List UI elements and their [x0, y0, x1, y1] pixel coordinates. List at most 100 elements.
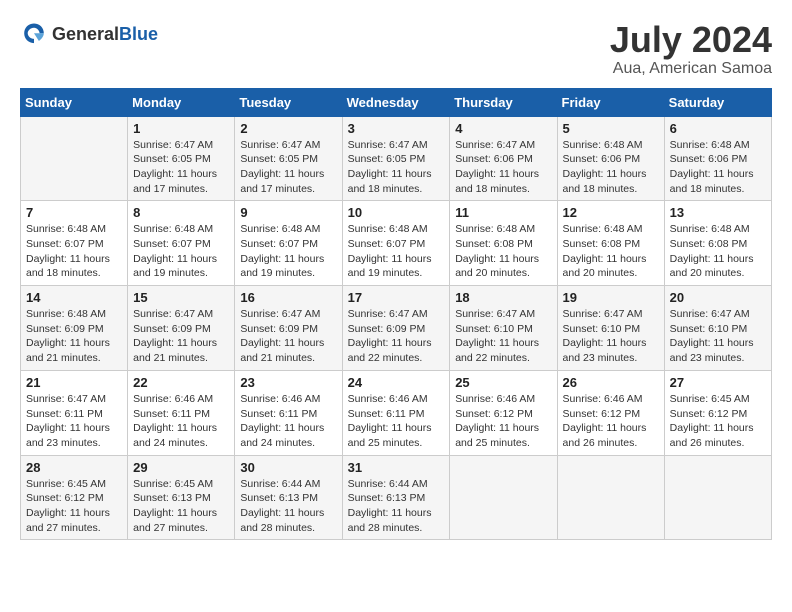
day-number: 4 [455, 121, 551, 136]
cell-info: Sunrise: 6:47 AMSunset: 6:11 PMDaylight:… [26, 392, 122, 451]
calendar-week-1: 1Sunrise: 6:47 AMSunset: 6:05 PMDaylight… [21, 116, 772, 201]
calendar-cell: 13Sunrise: 6:48 AMSunset: 6:08 PMDayligh… [664, 201, 771, 286]
title-block: July 2024 Aua, American Samoa [610, 20, 772, 78]
cell-info: Sunrise: 6:46 AMSunset: 6:12 PMDaylight:… [563, 392, 659, 451]
day-number: 9 [240, 205, 336, 220]
day-number: 15 [133, 290, 229, 305]
cell-info: Sunrise: 6:44 AMSunset: 6:13 PMDaylight:… [348, 477, 445, 536]
day-number: 7 [26, 205, 122, 220]
cell-info: Sunrise: 6:48 AMSunset: 6:08 PMDaylight:… [455, 222, 551, 281]
cell-info: Sunrise: 6:48 AMSunset: 6:07 PMDaylight:… [133, 222, 229, 281]
logo: GeneralBlue [20, 20, 158, 48]
day-number: 31 [348, 460, 445, 475]
cell-info: Sunrise: 6:47 AMSunset: 6:09 PMDaylight:… [133, 307, 229, 366]
calendar-cell: 29Sunrise: 6:45 AMSunset: 6:13 PMDayligh… [128, 455, 235, 540]
calendar-week-5: 28 Sunrise: 6:45 AMSunset: 6:12 PMDayligh… [21, 455, 772, 540]
cell-info: Sunrise: 6:47 AMSunset: 6:05 PMDaylight:… [348, 138, 445, 197]
cell-info: Sunrise: 6:47 AMSunset: 6:09 PMDaylight:… [240, 307, 336, 366]
cell-info: Sunrise: 6:47 AMSunset: 6:09 PMDaylight:… [348, 307, 445, 366]
day-number: 14 [26, 290, 122, 305]
day-number: 27 [670, 375, 766, 390]
calendar-cell: 5Sunrise: 6:48 AMSunset: 6:06 PMDaylight… [557, 116, 664, 201]
calendar-dow-wednesday: Wednesday [342, 88, 450, 116]
location-title: Aua, American Samoa [610, 60, 772, 78]
calendar-cell: 22 Sunrise: 6:46 AMSunset: 6:11 PMDayligh… [128, 370, 235, 455]
cell-info: Sunrise: 6:46 AMSunset: 6:11 PMDaylight:… [348, 392, 445, 451]
day-number: 12 [563, 205, 659, 220]
day-number: 11 [455, 205, 551, 220]
cell-info: Sunrise: 6:47 AMSunset: 6:10 PMDaylight:… [563, 307, 659, 366]
calendar-cell: 4 Sunrise: 6:47 AMSunset: 6:06 PMDaylight… [450, 116, 557, 201]
calendar-cell: 21 Sunrise: 6:47 AMSunset: 6:11 PMDayligh… [21, 370, 128, 455]
calendar-cell: 2 Sunrise: 6:47 AMSunset: 6:05 PMDaylight… [235, 116, 342, 201]
calendar-dow-thursday: Thursday [450, 88, 557, 116]
day-number: 23 [240, 375, 336, 390]
calendar-header-row: SundayMondayTuesdayWednesdayThursdayFrid… [21, 88, 772, 116]
calendar-cell: 19 Sunrise: 6:47 AMSunset: 6:10 PMDayligh… [557, 286, 664, 371]
day-number: 24 [348, 375, 445, 390]
day-number: 2 [240, 121, 336, 136]
day-number: 30 [240, 460, 336, 475]
cell-info: Sunrise: 6:48 AMSunset: 6:07 PMDaylight:… [26, 222, 122, 281]
day-number: 20 [670, 290, 766, 305]
day-number: 26 [563, 375, 659, 390]
cell-info: Sunrise: 6:46 AMSunset: 6:11 PMDaylight:… [240, 392, 336, 451]
calendar-dow-monday: Monday [128, 88, 235, 116]
logo-icon [20, 20, 48, 48]
cell-info: Sunrise: 6:48 AMSunset: 6:09 PMDaylight:… [26, 307, 122, 366]
calendar-dow-tuesday: Tuesday [235, 88, 342, 116]
cell-info: Sunrise: 6:46 AMSunset: 6:11 PMDaylight:… [133, 392, 229, 451]
day-number: 16 [240, 290, 336, 305]
day-number: 21 [26, 375, 122, 390]
calendar-cell: 28 Sunrise: 6:45 AMSunset: 6:12 PMDayligh… [21, 455, 128, 540]
calendar-cell: 31 Sunrise: 6:44 AMSunset: 6:13 PMDayligh… [342, 455, 450, 540]
cell-info: Sunrise: 6:47 AMSunset: 6:05 PMDaylight:… [240, 138, 336, 197]
calendar-cell: 30 Sunrise: 6:44 AMSunset: 6:13 PMDayligh… [235, 455, 342, 540]
calendar-cell [21, 116, 128, 201]
calendar-dow-friday: Friday [557, 88, 664, 116]
calendar-cell: 16 Sunrise: 6:47 AMSunset: 6:09 PMDayligh… [235, 286, 342, 371]
day-number: 29 [133, 460, 229, 475]
day-number: 22 [133, 375, 229, 390]
logo-blue: Blue [119, 24, 158, 44]
calendar-cell: 9Sunrise: 6:48 AMSunset: 6:07 PMDaylight… [235, 201, 342, 286]
day-number: 19 [563, 290, 659, 305]
calendar-cell: 27 Sunrise: 6:45 AMSunset: 6:12 PMDayligh… [664, 370, 771, 455]
day-number: 17 [348, 290, 445, 305]
month-title: July 2024 [610, 20, 772, 60]
calendar-cell: 7 Sunrise: 6:48 AMSunset: 6:07 PMDaylight… [21, 201, 128, 286]
calendar-cell: 20 Sunrise: 6:47 AMSunset: 6:10 PMDayligh… [664, 286, 771, 371]
calendar-week-3: 14 Sunrise: 6:48 AMSunset: 6:09 PMDayligh… [21, 286, 772, 371]
cell-info: Sunrise: 6:45 AMSunset: 6:12 PMDaylight:… [670, 392, 766, 451]
calendar-cell [664, 455, 771, 540]
day-number: 25 [455, 375, 551, 390]
cell-info: Sunrise: 6:44 AMSunset: 6:13 PMDaylight:… [240, 477, 336, 536]
page-header: GeneralBlue July 2024 Aua, American Samo… [20, 20, 772, 78]
calendar-cell: 15 Sunrise: 6:47 AMSunset: 6:09 PMDayligh… [128, 286, 235, 371]
calendar-cell: 12 Sunrise: 6:48 AMSunset: 6:08 PMDayligh… [557, 201, 664, 286]
day-number: 18 [455, 290, 551, 305]
calendar-cell: 25Sunrise: 6:46 AMSunset: 6:12 PMDayligh… [450, 370, 557, 455]
calendar-cell: 10Sunrise: 6:48 AMSunset: 6:07 PMDayligh… [342, 201, 450, 286]
calendar-cell: 6Sunrise: 6:48 AMSunset: 6:06 PMDaylight… [664, 116, 771, 201]
calendar-dow-saturday: Saturday [664, 88, 771, 116]
day-number: 13 [670, 205, 766, 220]
cell-info: Sunrise: 6:47 AMSunset: 6:05 PMDaylight:… [133, 138, 229, 197]
logo-text: GeneralBlue [52, 24, 158, 45]
cell-info: Sunrise: 6:47 AMSunset: 6:06 PMDaylight:… [455, 138, 551, 197]
calendar-dow-sunday: Sunday [21, 88, 128, 116]
cell-info: Sunrise: 6:48 AMSunset: 6:06 PMDaylight:… [670, 138, 766, 197]
cell-info: Sunrise: 6:48 AMSunset: 6:06 PMDaylight:… [563, 138, 659, 197]
cell-info: Sunrise: 6:48 AMSunset: 6:07 PMDaylight:… [348, 222, 445, 281]
calendar-cell: 18 Sunrise: 6:47 AMSunset: 6:10 PMDayligh… [450, 286, 557, 371]
calendar-cell: 1Sunrise: 6:47 AMSunset: 6:05 PMDaylight… [128, 116, 235, 201]
calendar-cell: 23 Sunrise: 6:46 AMSunset: 6:11 PMDayligh… [235, 370, 342, 455]
calendar-cell: 14 Sunrise: 6:48 AMSunset: 6:09 PMDayligh… [21, 286, 128, 371]
cell-info: Sunrise: 6:48 AMSunset: 6:08 PMDaylight:… [563, 222, 659, 281]
cell-info: Sunrise: 6:47 AMSunset: 6:10 PMDaylight:… [670, 307, 766, 366]
day-number: 8 [133, 205, 229, 220]
cell-info: Sunrise: 6:47 AMSunset: 6:10 PMDaylight:… [455, 307, 551, 366]
day-number: 28 [26, 460, 122, 475]
cell-info: Sunrise: 6:45 AMSunset: 6:12 PMDaylight:… [26, 477, 122, 536]
calendar-cell: 11 Sunrise: 6:48 AMSunset: 6:08 PMDayligh… [450, 201, 557, 286]
